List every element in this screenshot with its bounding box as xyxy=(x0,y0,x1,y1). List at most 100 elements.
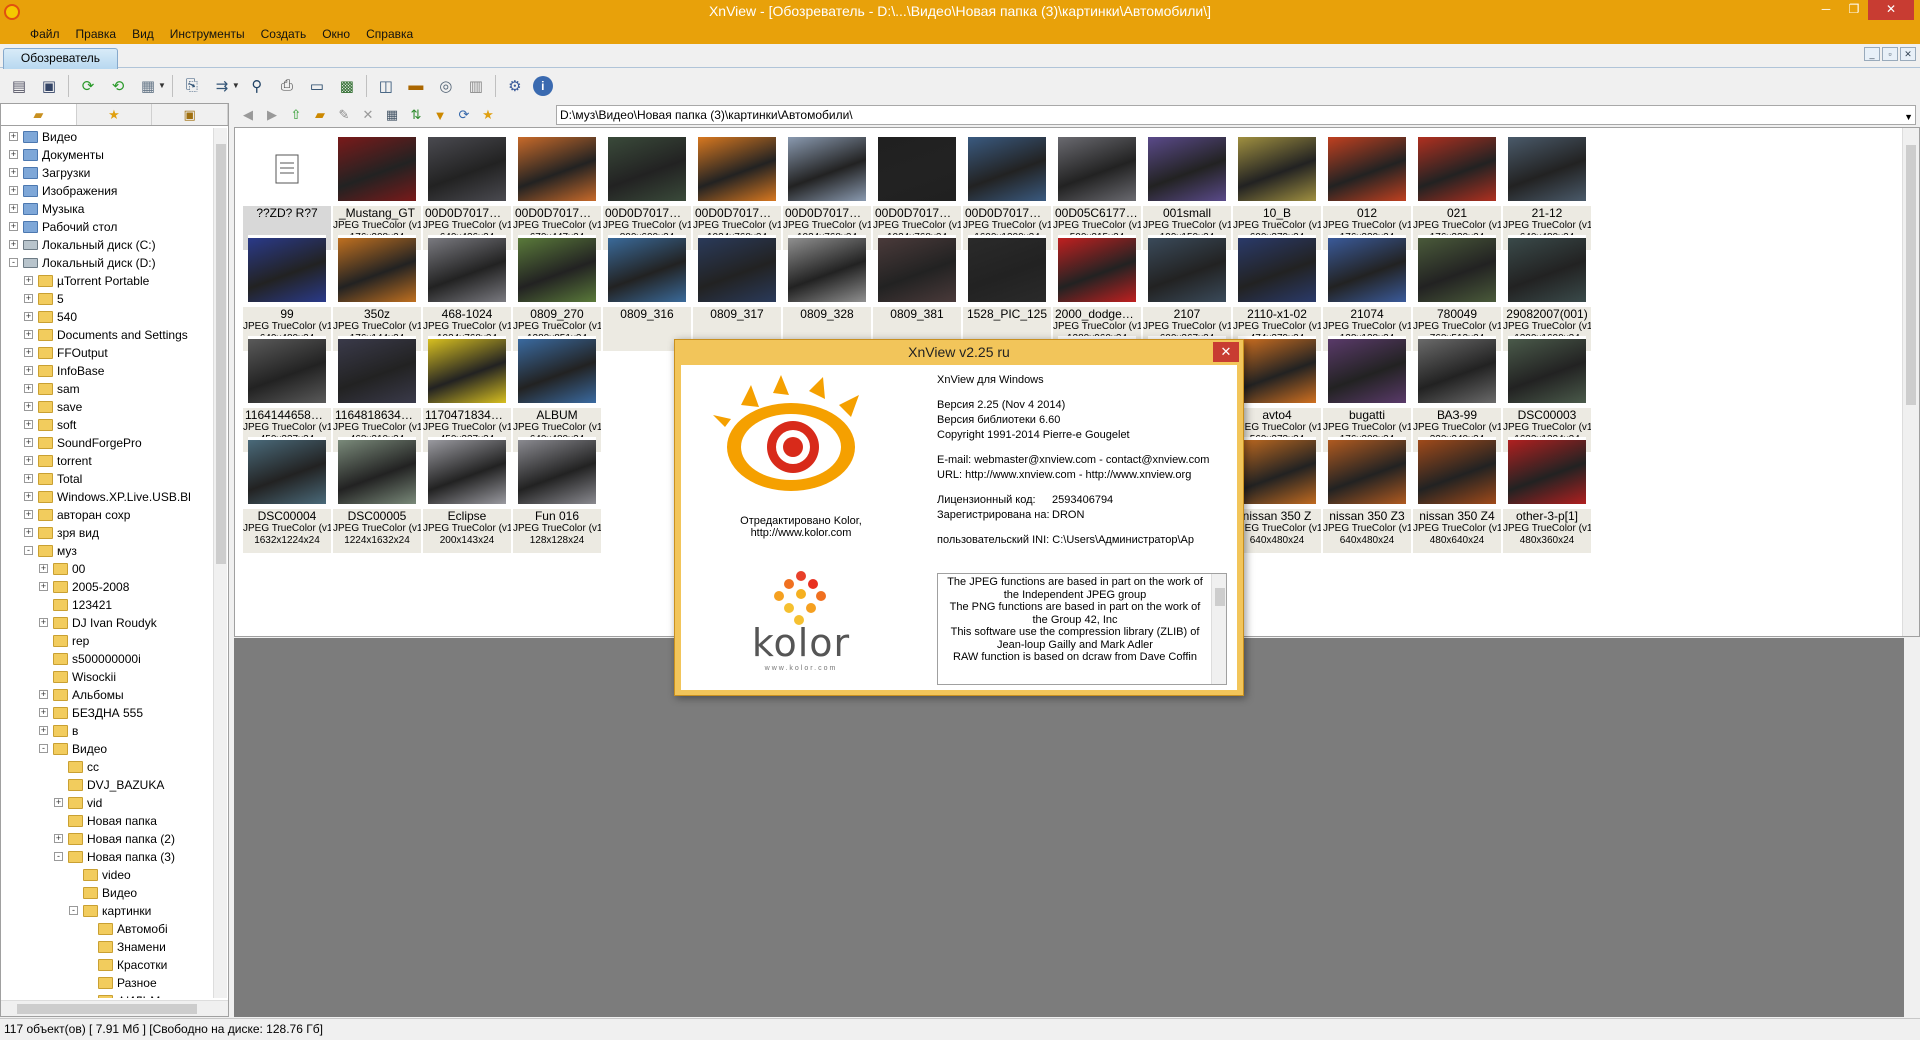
expand-icon[interactable]: + xyxy=(24,420,33,429)
compare-icon[interactable]: ▥ xyxy=(464,74,488,98)
thumbnail-item[interactable]: nissan 350 ZJPEG TrueColor (v1.1)640x480… xyxy=(1233,435,1321,553)
tree-item[interactable]: rep xyxy=(1,632,213,650)
scroll-thumb[interactable] xyxy=(216,144,226,564)
tree-item[interactable]: + Рабочий стол xyxy=(1,218,213,236)
chevron-down-icon[interactable]: ▼ xyxy=(1904,108,1913,126)
thumbnail-item[interactable]: Fun 016JPEG TrueColor (v1.1)128x128x24 xyxy=(513,435,601,553)
thumbnail-item[interactable]: DSC00004JPEG TrueColor (v1.1)1632x1224x2… xyxy=(243,435,331,553)
tree-item[interactable]: Красотки xyxy=(1,956,213,974)
web-icon[interactable]: ◫ xyxy=(374,74,398,98)
fullscreen-icon[interactable]: ▣ xyxy=(37,74,61,98)
menu-item-6[interactable]: Справка xyxy=(358,25,421,44)
tree-item[interactable]: + µTorrent Portable xyxy=(1,272,213,290)
collapse-icon[interactable]: - xyxy=(39,744,48,753)
delete-icon[interactable]: ✕ xyxy=(358,105,378,125)
thumbnail-item[interactable]: DSC00005JPEG TrueColor (v1.1)1224x1632x2… xyxy=(333,435,421,553)
tree-item[interactable]: DVJ_BAZUKA xyxy=(1,776,213,794)
tree-item[interactable]: + soft xyxy=(1,416,213,434)
tree-item[interactable]: 123421 xyxy=(1,596,213,614)
info-icon[interactable]: i xyxy=(532,75,553,96)
new-folder-icon[interactable]: ▰ xyxy=(310,105,330,125)
expand-icon[interactable]: + xyxy=(39,618,48,627)
tree-item[interactable]: - Видео xyxy=(1,740,213,758)
mdi-minimize-button[interactable]: _ xyxy=(1864,47,1880,61)
filter-icon[interactable]: ▼ xyxy=(430,105,450,125)
tree-item[interactable]: - Локальный диск (D:) xyxy=(1,254,213,272)
tree-item[interactable]: + Документы xyxy=(1,146,213,164)
tree-scrollbar[interactable] xyxy=(213,128,227,998)
expand-icon[interactable]: + xyxy=(39,726,48,735)
tree-item[interactable]: Видео xyxy=(1,884,213,902)
path-input[interactable]: D:\муз\Видео\Новая папка (3)\картинки\Ав… xyxy=(556,105,1916,125)
expand-icon[interactable]: + xyxy=(54,798,63,807)
tree-item[interactable]: + авторан сохр xyxy=(1,506,213,524)
expand-icon[interactable]: + xyxy=(9,150,18,159)
expand-icon[interactable]: + xyxy=(24,330,33,339)
expand-icon[interactable]: + xyxy=(24,402,33,411)
tree-item[interactable]: Новая папка xyxy=(1,812,213,830)
expand-icon[interactable]: + xyxy=(9,240,18,249)
expand-icon[interactable]: + xyxy=(24,528,33,537)
tree-item[interactable]: + DJ Ivan Roudyk xyxy=(1,614,213,632)
collapse-icon[interactable]: - xyxy=(54,852,63,861)
expand-icon[interactable]: + xyxy=(9,132,18,141)
image-icon[interactable]: ▦ xyxy=(136,74,160,98)
tree-item[interactable]: + Локальный диск (C:) xyxy=(1,236,213,254)
thumbnail-item[interactable]: 1528_PIC_125 xyxy=(963,233,1051,351)
tree-item[interactable]: + в xyxy=(1,722,213,740)
expand-icon[interactable]: + xyxy=(24,312,33,321)
tree-item[interactable]: + БЕЗДНА 555 xyxy=(1,704,213,722)
tree-item[interactable]: + Windows.XP.Live.USB.Bl xyxy=(1,488,213,506)
menu-item-4[interactable]: Создать xyxy=(253,25,315,44)
dialog-close-button[interactable]: ✕ xyxy=(1213,342,1239,362)
expand-icon[interactable]: + xyxy=(9,222,18,231)
expand-icon[interactable]: + xyxy=(54,834,63,843)
move-icon[interactable]: ⇉ xyxy=(210,74,234,98)
collapse-icon[interactable]: - xyxy=(24,546,33,555)
rename-icon[interactable]: ✎ xyxy=(334,105,354,125)
expand-icon[interactable]: + xyxy=(24,348,33,357)
tree-item[interactable]: + Total xyxy=(1,470,213,488)
expand-icon[interactable]: + xyxy=(24,276,33,285)
tree-item[interactable]: + Видео xyxy=(1,128,213,146)
tree-item[interactable]: Wisockii xyxy=(1,668,213,686)
sync-icon[interactable]: ⟳ xyxy=(454,105,474,125)
favorite-star-icon[interactable]: ★ xyxy=(478,105,498,125)
refresh-icon[interactable]: ⟳ xyxy=(76,74,100,98)
tree-item[interactable]: Знамени xyxy=(1,938,213,956)
expand-icon[interactable]: + xyxy=(24,438,33,447)
tab-browser[interactable]: Обозреватель xyxy=(3,48,118,69)
categories-tab-icon[interactable]: ▣ xyxy=(152,104,229,125)
slideshow-icon[interactable]: ▩ xyxy=(335,74,359,98)
expand-icon[interactable]: + xyxy=(24,474,33,483)
folders-tab-icon[interactable]: ▰ xyxy=(1,104,77,125)
screen-icon[interactable]: ▬ xyxy=(404,74,428,98)
open-icon[interactable]: ▤ xyxy=(7,74,31,98)
back-icon[interactable]: ◀ xyxy=(238,105,258,125)
settings-icon[interactable]: ⚙ xyxy=(503,74,527,98)
forward-icon[interactable]: ▶ xyxy=(262,105,282,125)
thumbnail-item[interactable]: other-3-p[1]JPEG TrueColor (v1.1)480x360… xyxy=(1503,435,1591,553)
dropdown-arrow-icon[interactable]: ▼ xyxy=(158,81,166,90)
tree-item[interactable]: + vid xyxy=(1,794,213,812)
expand-icon[interactable]: + xyxy=(9,186,18,195)
capture-icon[interactable]: ◎ xyxy=(434,74,458,98)
tree-item[interactable]: - Новая папка (3) xyxy=(1,848,213,866)
thumbnail-item[interactable]: EclipseJPEG TrueColor (v1.1)200x143x24 xyxy=(423,435,511,553)
expand-icon[interactable]: + xyxy=(24,456,33,465)
collapse-icon[interactable]: - xyxy=(69,906,78,915)
tree-item[interactable]: + InfoBase xyxy=(1,362,213,380)
expand-icon[interactable]: + xyxy=(9,168,18,177)
tree-item[interactable]: + SoundForgePro xyxy=(1,434,213,452)
tree-item[interactable]: + Изображения xyxy=(1,182,213,200)
expand-icon[interactable]: + xyxy=(24,492,33,501)
favorites-tab-icon[interactable]: ★ xyxy=(77,104,153,125)
mdi-close-button[interactable]: ✕ xyxy=(1900,47,1916,61)
maximize-button[interactable]: ❐ xyxy=(1840,0,1868,20)
tree-item[interactable]: cc xyxy=(1,758,213,776)
thumbnail-item[interactable]: nissan 350 Z4JPEG TrueColor (v1.1)480x64… xyxy=(1413,435,1501,553)
tree-item[interactable]: +540 xyxy=(1,308,213,326)
expand-icon[interactable]: + xyxy=(9,204,18,213)
thumbnail-item[interactable]: 0809_381 xyxy=(873,233,961,351)
tree-item[interactable]: ФИЛЬМ xyxy=(1,992,213,998)
